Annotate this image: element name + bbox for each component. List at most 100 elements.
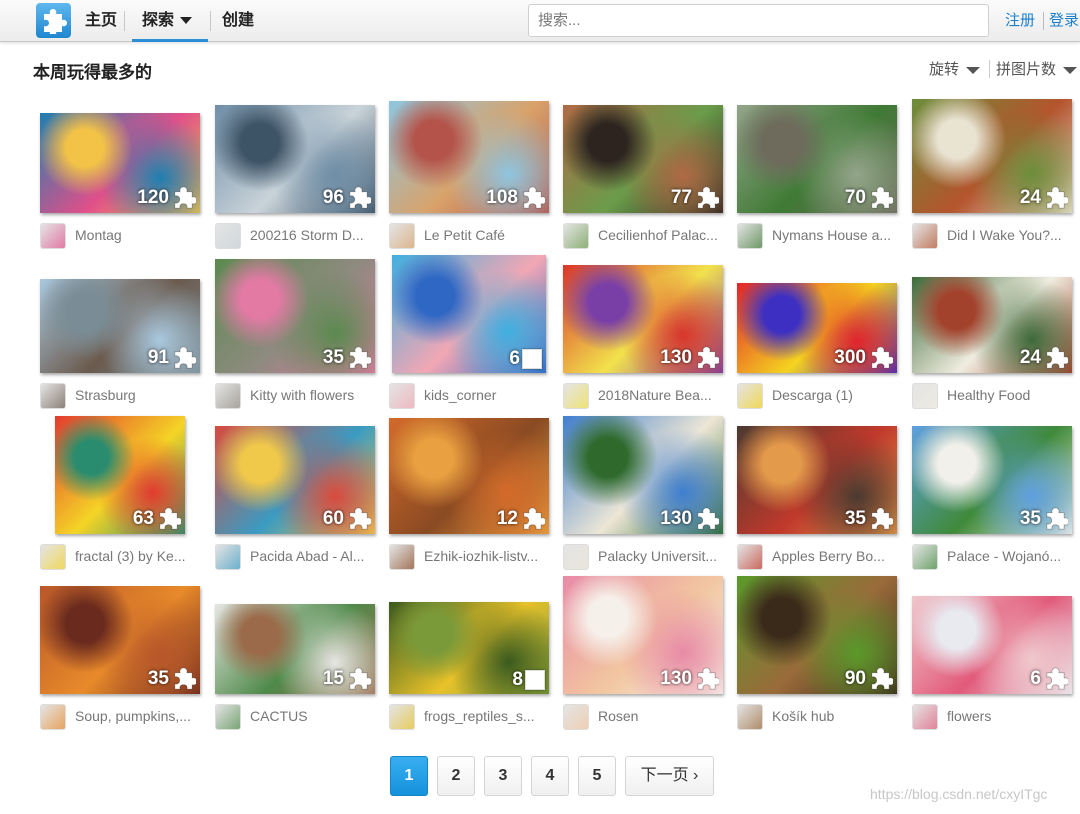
puzzle-title[interactable]: 2018Nature Bea...: [598, 387, 728, 403]
puzzle-thumbnail[interactable]: 91: [40, 279, 200, 373]
puzzle-title[interactable]: Rosen: [598, 708, 728, 724]
user-avatar[interactable]: [563, 544, 589, 570]
puzzle-thumbnail[interactable]: 15: [215, 604, 375, 694]
watermark-text: https://blog.csdn.net/cxyITgc: [870, 786, 1048, 802]
puzzle-meta: frogs_reptiles_s...: [389, 704, 564, 730]
puzzle-title[interactable]: 200216 Storm D...: [250, 227, 380, 243]
puzzle-thumbnail[interactable]: 35: [737, 426, 897, 534]
puzzle-thumbnail[interactable]: 6: [392, 255, 546, 373]
piece-count: 60: [322, 507, 344, 529]
puzzle-thumbnail[interactable]: 96: [215, 105, 375, 213]
puzzle-title[interactable]: Nymans House a...: [772, 227, 902, 243]
jigsaw-logo-icon[interactable]: [36, 3, 71, 38]
piece-count-badge: 90: [845, 666, 895, 691]
puzzle-title[interactable]: fractal (3) by Ke...: [75, 548, 205, 564]
puzzle-title[interactable]: Kitty with flowers: [250, 387, 380, 403]
puzzle-title[interactable]: Ezhik-iozhik-listv...: [424, 548, 554, 564]
piece-count: 91: [147, 346, 169, 368]
puzzle-title[interactable]: Did I Wake You?...: [947, 227, 1077, 243]
user-avatar[interactable]: [563, 704, 589, 730]
puzzle-thumbnail[interactable]: 300: [737, 283, 897, 373]
puzzle-thumbnail[interactable]: 35: [912, 426, 1072, 534]
puzzle-thumbnail[interactable]: 130: [563, 265, 723, 373]
puzzle-title[interactable]: Apples Berry Bo...: [772, 548, 902, 564]
puzzle-thumbnail[interactable]: 35: [40, 586, 200, 694]
puzzle-meta: Le Petit Café: [389, 223, 564, 249]
page-button-2[interactable]: 2: [437, 756, 475, 796]
nav-create-link[interactable]: 创建: [222, 0, 254, 42]
piece-count: 120: [137, 186, 169, 208]
user-avatar[interactable]: [215, 223, 241, 249]
puzzle-thumbnail[interactable]: 77: [563, 105, 723, 213]
page-button-5[interactable]: 5: [578, 756, 616, 796]
puzzle-title[interactable]: Palace - Wojanó...: [947, 548, 1077, 564]
puzzle-thumbnail[interactable]: 130: [563, 576, 723, 694]
piece-count-badge: 130: [660, 345, 721, 370]
user-avatar[interactable]: [40, 544, 66, 570]
puzzle-thumbnail[interactable]: 108: [389, 101, 549, 213]
user-avatar[interactable]: [912, 704, 938, 730]
puzzle-title[interactable]: Strasburg: [75, 387, 205, 403]
user-avatar[interactable]: [912, 544, 938, 570]
puzzle-title[interactable]: CACTUS: [250, 708, 380, 724]
next-page-button[interactable]: 下一页 ›: [625, 756, 714, 796]
puzzle-thumbnail[interactable]: 60: [215, 426, 375, 534]
piece-count: 12: [496, 507, 518, 529]
register-link[interactable]: 注册: [1005, 0, 1035, 42]
puzzle-title[interactable]: Cecilienhof Palac...: [598, 227, 728, 243]
rotate-filter-dropdown[interactable]: 旋转: [929, 58, 981, 79]
nav-home-link[interactable]: 主页: [85, 0, 117, 42]
user-avatar[interactable]: [737, 223, 763, 249]
page-button-1[interactable]: 1: [390, 756, 428, 796]
user-avatar[interactable]: [563, 223, 589, 249]
nav-explore-menu[interactable]: 探索: [132, 0, 208, 42]
puzzle-thumbnail[interactable]: 12: [389, 418, 549, 534]
puzzle-piece-icon: [868, 345, 895, 370]
user-avatar[interactable]: [912, 383, 938, 409]
user-avatar[interactable]: [563, 383, 589, 409]
user-avatar[interactable]: [389, 383, 415, 409]
puzzle-title[interactable]: Healthy Food: [947, 387, 1077, 403]
user-avatar[interactable]: [215, 544, 241, 570]
puzzle-thumbnail[interactable]: 70: [737, 105, 897, 213]
puzzle-thumbnail[interactable]: 6: [912, 596, 1072, 694]
puzzle-title[interactable]: Pacida Abad - Al...: [250, 548, 380, 564]
user-avatar[interactable]: [389, 544, 415, 570]
user-avatar[interactable]: [215, 383, 241, 409]
puzzle-title[interactable]: frogs_reptiles_s...: [424, 708, 554, 724]
user-avatar[interactable]: [737, 544, 763, 570]
puzzle-thumbnail[interactable]: 24: [912, 277, 1072, 373]
puzzle-title[interactable]: flowers: [947, 708, 1077, 724]
piece-count-badge: 35: [845, 506, 895, 531]
puzzle-thumbnail[interactable]: 63: [55, 416, 185, 534]
piece-count-badge: 35: [323, 345, 373, 370]
puzzle-title[interactable]: Le Petit Café: [424, 227, 554, 243]
user-avatar[interactable]: [389, 223, 415, 249]
search-input[interactable]: [528, 4, 989, 37]
user-avatar[interactable]: [40, 223, 66, 249]
puzzle-title[interactable]: Košík hub: [772, 708, 902, 724]
puzzle-thumbnail[interactable]: 24: [912, 99, 1072, 213]
puzzle-title[interactable]: Soup, pumpkins,...: [75, 708, 205, 724]
puzzle-title[interactable]: Descarga (1): [772, 387, 902, 403]
user-avatar[interactable]: [737, 704, 763, 730]
puzzle-thumbnail[interactable]: 130: [563, 416, 723, 534]
user-avatar[interactable]: [737, 383, 763, 409]
user-avatar[interactable]: [389, 704, 415, 730]
user-avatar[interactable]: [912, 223, 938, 249]
puzzle-title[interactable]: Montag: [75, 227, 205, 243]
page-button-4[interactable]: 4: [531, 756, 569, 796]
puzzle-thumbnail[interactable]: 8: [389, 602, 549, 694]
puzzle-title[interactable]: Palacky Universit...: [598, 548, 728, 564]
puzzle-thumbnail[interactable]: 90: [737, 576, 897, 694]
user-avatar[interactable]: [40, 383, 66, 409]
piece-count: 15: [322, 667, 344, 689]
puzzle-title[interactable]: kids_corner: [424, 387, 554, 403]
login-link[interactable]: 登录: [1049, 0, 1079, 42]
piece-count-filter-dropdown[interactable]: 拼图片数: [996, 58, 1078, 79]
user-avatar[interactable]: [40, 704, 66, 730]
user-avatar[interactable]: [215, 704, 241, 730]
puzzle-thumbnail[interactable]: 35: [215, 259, 375, 373]
puzzle-thumbnail[interactable]: 120: [40, 113, 200, 213]
page-button-3[interactable]: 3: [484, 756, 522, 796]
